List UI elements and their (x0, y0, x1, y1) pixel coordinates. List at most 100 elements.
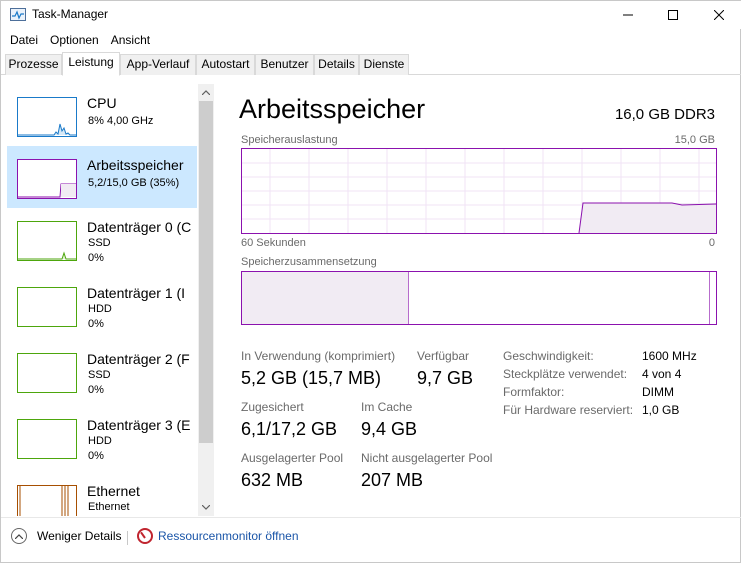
in-use-value: 5,2 GB (15,7 MB) (241, 368, 382, 388)
disk-0-thumbnail-graph (17, 221, 77, 261)
footer-divider (127, 531, 128, 545)
ethernet-thumbnail-graph (17, 485, 77, 516)
tab-details[interactable]: Details (314, 54, 359, 75)
memory-usage-graph (241, 148, 717, 234)
sidebar-item-memory[interactable]: Arbeitsspeicher 5,2/15,0 GB (35%) (7, 146, 197, 208)
menu-bar: Datei Optionen Ansicht (1, 31, 155, 49)
resource-monitor-link[interactable]: Ressourcenmonitor öffnen (137, 528, 299, 544)
sidebar-item-disk-1[interactable]: Datenträger 1 (I HDD 0% (7, 274, 197, 336)
resource-monitor-label: Ressourcenmonitor öffnen (158, 529, 299, 543)
speed-label: Geschwindigkeit: (503, 349, 594, 363)
sidebar-item-cpu[interactable]: CPU 8% 4,00 GHz (7, 84, 197, 146)
sidebar-item-detail: 5,2/15,0 GB (35%) (88, 177, 180, 189)
close-button[interactable] (696, 1, 741, 29)
scroll-up-button[interactable] (198, 84, 214, 101)
memory-usage-chart (242, 149, 717, 234)
sidebar-item-label: Datenträger 0 (C (87, 219, 192, 235)
in-use-label: In Verwendung (komprimiert) (241, 349, 396, 363)
sidebar-item-type: HDD (88, 303, 112, 315)
time-axis-left: 60 Sekunden (241, 237, 306, 249)
form-factor-value: DIMM (642, 385, 674, 399)
slots-label: Steckplätze verwendet: (503, 367, 628, 381)
sidebar-item-type: SSD (88, 369, 111, 381)
minimize-button[interactable] (605, 1, 651, 29)
committed-value: 6,1/17,2 GB (241, 419, 338, 439)
composition-in-use-segment (242, 272, 409, 324)
maximize-button[interactable] (650, 1, 696, 29)
maximize-icon (668, 10, 678, 20)
cpu-thumbnail-graph (17, 97, 77, 137)
title-bar: Task-Manager (1, 1, 741, 29)
sidebar-item-detail: 8% 4,00 GHz (88, 115, 154, 127)
menu-datei[interactable]: Datei (5, 31, 43, 49)
sidebar-item-ethernet[interactable]: Ethernet Ethernet (7, 472, 197, 516)
nonpaged-pool-value: 207 MB (361, 470, 424, 490)
sidebar-item-detail: 0% (88, 252, 104, 264)
tab-bar: Prozesse Leistung App-Verlauf Autostart … (1, 52, 741, 76)
chevron-down-icon (202, 505, 210, 510)
minimize-icon (623, 14, 633, 16)
sidebar-item-label: Datenträger 2 (F (87, 351, 190, 367)
nonpaged-pool-label: Nicht ausgelagerter Pool (361, 451, 493, 465)
window-title: Task-Manager (32, 7, 109, 21)
sidebar-item-label: Datenträger 1 (I (87, 285, 186, 301)
sidebar-item-label: Ethernet (87, 483, 140, 499)
composition-standby-segment (709, 272, 711, 324)
paged-pool-value: 632 MB (241, 470, 304, 490)
hardware-reserved-label: Für Hardware reserviert: (503, 403, 634, 417)
task-manager-icon (10, 8, 26, 21)
usage-graph-max: 15,0 GB (674, 134, 715, 146)
sidebar-item-detail: 0% (88, 318, 104, 330)
tab-app-verlauf[interactable]: App-Verlauf (120, 54, 196, 75)
memory-spec: 16,0 GB DDR3 (614, 106, 715, 123)
menu-optionen[interactable]: Optionen (45, 31, 104, 49)
resource-sidebar: CPU 8% 4,00 GHz Arbeitsspeicher 5,2/15,0… (1, 84, 214, 516)
cached-value: 9,4 GB (361, 419, 418, 439)
scroll-down-button[interactable] (198, 499, 214, 516)
memory-composition-bar (241, 271, 717, 325)
sidebar-item-detail: 0% (88, 450, 104, 462)
cached-label: Im Cache (361, 400, 413, 414)
committed-label: Zugesichert (241, 400, 304, 414)
fewer-details-label: Weniger Details (37, 529, 122, 543)
sidebar-item-label: CPU (87, 95, 117, 111)
tab-benutzer[interactable]: Benutzer (255, 54, 314, 75)
time-axis-right: 0 (708, 237, 715, 249)
chevron-up-icon (202, 90, 210, 95)
tab-autostart[interactable]: Autostart (196, 54, 255, 75)
disk-3-thumbnail-graph (17, 419, 77, 459)
chevron-up-circle-icon (11, 528, 27, 544)
sidebar-item-disk-3[interactable]: Datenträger 3 (E HDD 0% (7, 406, 197, 468)
sidebar-item-label: Datenträger 3 (E (87, 417, 191, 433)
sidebar-item-detail: Ethernet (88, 501, 130, 513)
sidebar-item-type: HDD (88, 435, 112, 447)
sidebar-item-disk-2[interactable]: Datenträger 2 (F SSD 0% (7, 340, 197, 402)
close-icon (714, 10, 724, 20)
menu-ansicht[interactable]: Ansicht (106, 31, 155, 49)
page-title: Arbeitsspeicher (239, 94, 426, 124)
sidebar-item-type: SSD (88, 237, 111, 249)
disk-2-thumbnail-graph (17, 353, 77, 393)
speed-value: 1600 MHz (642, 349, 697, 363)
tab-dienste[interactable]: Dienste (359, 54, 409, 75)
fewer-details-button[interactable]: Weniger Details (11, 528, 121, 544)
task-manager-window: Task-Manager Datei Optionen Ansicht Proz… (0, 0, 741, 563)
available-value: 9,7 GB (417, 368, 474, 388)
slots-value: 4 von 4 (642, 367, 682, 381)
paged-pool-label: Ausgelagerter Pool (241, 451, 344, 465)
disk-1-thumbnail-graph (17, 287, 77, 327)
sidebar-item-disk-0[interactable]: Datenträger 0 (C SSD 0% (7, 208, 197, 270)
composition-graph-label: Speicherzusammensetzung (241, 256, 377, 268)
tab-prozesse[interactable]: Prozesse (5, 54, 62, 75)
tab-leistung[interactable]: Leistung (62, 52, 120, 76)
usage-graph-label: Speicherauslastung (241, 134, 338, 146)
sidebar-item-detail: 0% (88, 384, 104, 396)
sidebar-scrollbar[interactable] (198, 84, 214, 516)
resource-monitor-icon (137, 528, 153, 544)
footer-bar: Weniger Details Ressourcenmonitor öffnen (1, 517, 741, 563)
form-factor-label: Formfaktor: (503, 385, 565, 399)
hardware-reserved-value: 1,0 GB (642, 403, 680, 417)
memory-thumbnail-graph (17, 159, 77, 199)
sidebar-item-label: Arbeitsspeicher (87, 157, 184, 173)
scroll-thumb[interactable] (199, 101, 213, 443)
